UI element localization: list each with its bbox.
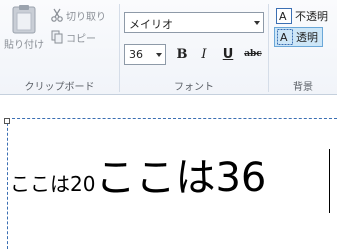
font-size-select[interactable]: 36 [124,44,166,65]
copy-icon [51,30,63,44]
chevron-down-icon [156,53,162,57]
svg-text:A: A [279,10,287,23]
cut-label: 切り取り [66,11,106,23]
ribbon: 貼り付け 切り取り コピー クリップボード メイリオ 36 B I U abc … [0,0,337,95]
transparent-background-icon: A [277,29,293,45]
transparent-label: 透明 [296,31,318,44]
underline-button[interactable]: U [218,45,238,65]
text-large: ここは36 [95,155,267,201]
font-family-value: メイリオ [129,18,173,31]
chevron-down-icon [254,21,260,25]
copy-button[interactable]: コピー [51,28,96,46]
text-small: ここは20 [10,172,96,196]
canvas-area[interactable]: ここは20ここは36 [0,96,337,249]
svg-text:A: A [280,31,288,44]
scissors-icon [51,8,63,22]
paste-button[interactable]: 貼り付け [2,4,46,62]
bold-button[interactable]: B [172,45,192,65]
font-family-select[interactable]: メイリオ [124,12,264,33]
copy-label: コピー [66,33,96,45]
paste-label: 貼り付け [4,40,44,51]
resize-handle[interactable] [4,118,10,124]
cut-button[interactable]: 切り取り [51,6,106,24]
opaque-label: 不透明 [295,10,328,23]
font-group-label: フォント [174,82,214,93]
background-group-label: 背景 [293,82,313,93]
text-content[interactable]: ここは20ここは36 [10,145,266,203]
font-size-value: 36 [129,48,143,61]
italic-button[interactable]: I [194,45,214,65]
clipboard-icon [12,5,36,34]
text-box[interactable]: ここは20ここは36 [7,118,337,249]
clipboard-group-label: クリップボード [24,82,95,93]
opaque-button[interactable]: A 不透明 [274,6,332,26]
text-caret [329,149,330,213]
transparent-button[interactable]: A 透明 [274,27,323,47]
opaque-background-icon: A [276,8,292,24]
strikethrough-button[interactable]: abc [241,45,265,65]
